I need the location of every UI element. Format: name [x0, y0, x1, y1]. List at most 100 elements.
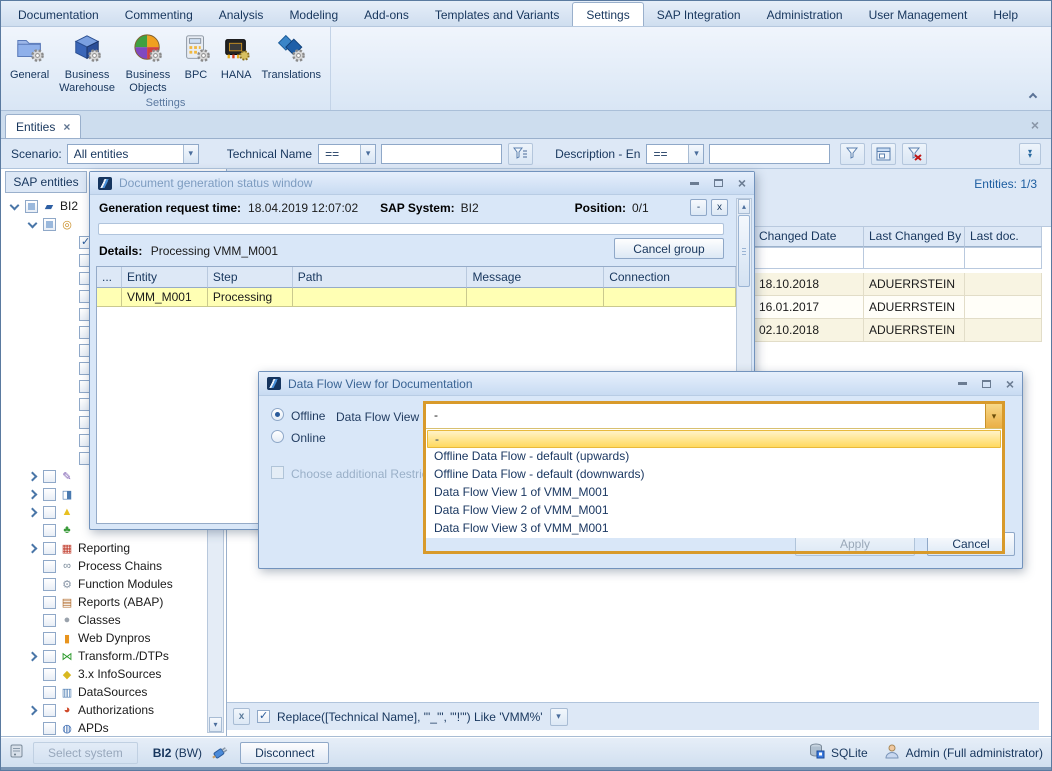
expand-filters-button[interactable]: ▾▾ [1019, 143, 1041, 165]
menu-item-sap-integration[interactable]: SAP Integration [644, 3, 754, 26]
column-header-message[interactable]: Message [467, 267, 604, 288]
menu-item-add-ons[interactable]: Add-ons [351, 3, 422, 26]
tree-checkbox[interactable] [43, 596, 56, 609]
menu-item-commenting[interactable]: Commenting [112, 3, 206, 26]
description-input[interactable] [709, 144, 830, 164]
menu-item-settings[interactable]: Settings [572, 2, 643, 26]
offline-radio[interactable] [271, 408, 284, 421]
chevron-down-icon[interactable]: ▾ [360, 145, 375, 163]
remove-filter-button[interactable]: x [233, 708, 250, 725]
menu-item-administration[interactable]: Administration [754, 3, 856, 26]
column-header-step[interactable]: Step [208, 267, 293, 288]
filter-button[interactable] [840, 143, 865, 165]
column-header-connection[interactable]: Connection [604, 267, 736, 288]
tree-checkbox[interactable] [43, 542, 56, 555]
tree-row-web-dynpros[interactable]: ▮Web Dynpros [3, 629, 205, 647]
ribbon-collapse-button[interactable] [1023, 87, 1043, 104]
technical-name-input[interactable] [381, 144, 502, 164]
group-close-button[interactable]: x [711, 199, 728, 216]
tree-checkbox[interactable] [43, 506, 56, 519]
dropdown-option-3[interactable]: Data Flow View 1 of VMM_M001 [427, 484, 1001, 502]
tree-checkbox[interactable] [43, 578, 56, 591]
close-icon[interactable]: × [738, 178, 746, 188]
group-minimize-button[interactable]: - [690, 199, 707, 216]
tree-checkbox[interactable] [43, 218, 56, 231]
dialog-title-bar[interactable]: Data Flow View for Documentation × [259, 372, 1022, 396]
column-header-ellipsis[interactable]: ... [97, 267, 122, 288]
column-header-last-changed-by[interactable]: Last Changed By [864, 227, 965, 247]
tree-row-reporting[interactable]: ▦Reporting [3, 539, 205, 557]
tree-row-3-x-infosources[interactable]: ◆3.x InfoSources [3, 665, 205, 683]
tree-checkbox[interactable] [25, 200, 38, 213]
filter-panel-button[interactable] [871, 143, 896, 165]
dropdown-option-1[interactable]: Offline Data Flow - default (upwards) [427, 448, 1001, 466]
tree-row-process-chains[interactable]: ∞Process Chains [3, 557, 205, 575]
expander-right-icon[interactable] [27, 470, 39, 482]
table-row[interactable]: 16.01.2017ADUERRSTEIN [754, 296, 1042, 319]
online-radio[interactable] [271, 430, 284, 443]
expander-down-icon[interactable] [27, 218, 39, 230]
table-row[interactable]: VMM_M001Processing [97, 288, 736, 307]
tree-row-transform-dtps[interactable]: ⋈Transform./DTPs [3, 647, 205, 665]
tree-checkbox[interactable] [43, 524, 56, 537]
column-header-entity[interactable]: Entity [122, 267, 208, 288]
dropdown-option-0[interactable]: - [427, 430, 1001, 448]
expander-right-icon[interactable] [27, 650, 39, 662]
close-icon[interactable]: × [1006, 379, 1014, 389]
restore-icon[interactable] [982, 380, 991, 388]
select-system-button[interactable]: Select system [33, 742, 138, 764]
translations-button[interactable]: Translations [256, 30, 326, 85]
restore-icon[interactable] [714, 179, 723, 187]
hana-button[interactable]: HANA [216, 30, 257, 85]
column-header-changed-date[interactable]: Changed Date [754, 227, 864, 247]
description-operator-combo[interactable]: == ▾ [646, 144, 704, 164]
tree-checkbox[interactable] [43, 704, 56, 717]
tree-checkbox[interactable] [43, 470, 56, 483]
expander-down-icon[interactable] [9, 200, 21, 212]
table-row[interactable]: 02.10.2018ADUERRSTEIN [754, 319, 1042, 342]
menu-item-documentation[interactable]: Documentation [5, 3, 112, 26]
expander-right-icon[interactable] [27, 506, 39, 518]
disconnect-button[interactable]: Disconnect [240, 742, 329, 764]
column-header-path[interactable]: Path [293, 267, 468, 288]
dialog-title-bar[interactable]: Document generation status window × [90, 172, 754, 195]
filter-cell-0[interactable] [754, 247, 864, 269]
clear-filter-button[interactable] [902, 143, 927, 165]
menu-item-help[interactable]: Help [980, 3, 1031, 26]
business-warehouse-button[interactable]: Business Warehouse [54, 30, 120, 97]
general-button[interactable]: General [5, 30, 54, 85]
tree-row-function-modules[interactable]: ⚙Function Modules [3, 575, 205, 593]
minimize-icon[interactable] [958, 382, 967, 385]
business-objects-button[interactable]: Business Objects [120, 30, 176, 97]
expander-right-icon[interactable] [27, 704, 39, 716]
dropdown-option-5[interactable]: Data Flow View 3 of VMM_M001 [427, 520, 1001, 538]
expander-right-icon[interactable] [27, 488, 39, 500]
tree-checkbox[interactable] [43, 614, 56, 627]
dropdown-option-2[interactable]: Offline Data Flow - default (downwards) [427, 466, 1001, 484]
data-flow-view-combo[interactable]: - ▾ [426, 404, 1002, 428]
tree-row-classes[interactable]: ●Classes [3, 611, 205, 629]
chevron-down-icon[interactable]: ▾ [985, 404, 1002, 428]
column-header-last-doc[interactable]: Last doc. [965, 227, 1042, 247]
bpc-button[interactable]: BPC [176, 30, 216, 85]
filter-cell-1[interactable] [864, 247, 965, 269]
chevron-down-icon[interactable]: ▾ [688, 145, 703, 163]
scroll-down-button[interactable]: ▾ [209, 717, 222, 732]
dropdown-option-4[interactable]: Data Flow View 2 of VMM_M001 [427, 502, 1001, 520]
tree-checkbox[interactable] [43, 560, 56, 573]
scenario-combo[interactable]: All entities ▾ [67, 144, 199, 164]
menu-item-modeling[interactable]: Modeling [276, 3, 351, 26]
expander-right-icon[interactable] [27, 542, 39, 554]
tree-checkbox[interactable] [43, 668, 56, 681]
tree-row-authorizations[interactable]: ◕Authorizations [3, 701, 205, 719]
dialog-scroll-thumb[interactable] [738, 215, 750, 287]
tree-checkbox[interactable] [43, 488, 56, 501]
tab-close-icon[interactable]: × [63, 120, 70, 134]
filter-edit-button[interactable] [508, 143, 533, 165]
menu-item-analysis[interactable]: Analysis [206, 3, 277, 26]
sap-entities-tab[interactable]: SAP entities [5, 171, 87, 193]
tree-row-datasources[interactable]: ▥DataSources [3, 683, 205, 701]
tree-checkbox[interactable] [43, 686, 56, 699]
cancel-group-button[interactable]: Cancel group [614, 238, 724, 259]
tabrow-close-icon[interactable]: × [1031, 117, 1039, 133]
